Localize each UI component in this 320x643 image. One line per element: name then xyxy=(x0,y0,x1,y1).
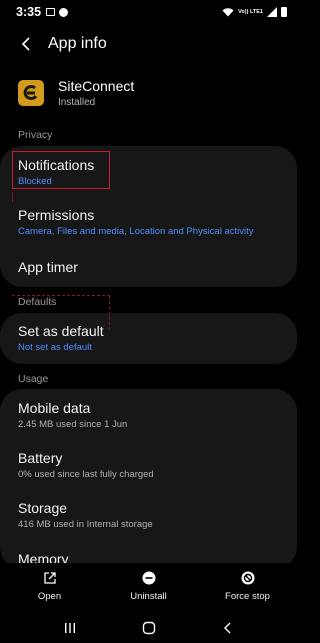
battery-icon xyxy=(281,7,287,17)
storage-row[interactable]: Storage 416 MB used in Internal storage xyxy=(0,500,297,530)
messenger-notification-icon xyxy=(59,7,69,17)
home-icon[interactable] xyxy=(142,621,156,635)
recents-icon[interactable] xyxy=(63,621,77,635)
app-summary: SiteConnect Installed xyxy=(18,78,134,108)
app-name: SiteConnect xyxy=(58,78,135,94)
nav-back-icon[interactable] xyxy=(221,621,235,635)
permissions-title: Permissions xyxy=(18,207,95,223)
app-install-status: Installed xyxy=(58,97,96,108)
section-usage: Usage xyxy=(18,373,49,385)
mobile-data-row[interactable]: Mobile data 2.45 MB used since 1 Jun xyxy=(0,400,297,430)
signal-icon xyxy=(267,7,277,17)
page-title: App info xyxy=(48,35,107,52)
wifi-icon xyxy=(222,8,234,17)
open-button[interactable]: Open xyxy=(0,563,99,613)
battery-row[interactable]: Battery 0% used since last fully charged xyxy=(0,450,297,480)
set-as-default-status: Not set as default xyxy=(18,342,92,353)
gallery-notification-icon xyxy=(46,8,56,16)
force-stop-button[interactable]: Force stop xyxy=(198,563,297,613)
storage-title: Storage xyxy=(18,500,68,516)
open-icon xyxy=(43,572,56,584)
battery-title: Battery xyxy=(18,450,63,466)
force-stop-icon xyxy=(241,571,254,585)
highlight-guide-line xyxy=(12,192,13,202)
app-timer-row[interactable]: App timer xyxy=(0,259,297,275)
force-stop-label: Force stop xyxy=(225,591,270,602)
back-arrow-icon[interactable] xyxy=(10,28,42,60)
mobile-data-usage: 2.45 MB used since 1 Jun xyxy=(18,419,128,430)
app-bar: App info xyxy=(0,28,297,60)
battery-usage: 0% used since last fully charged xyxy=(18,469,154,480)
permissions-row[interactable]: Permissions Camera, Files and media, Loc… xyxy=(0,207,297,237)
permissions-list: Camera, Files and media, Location and Ph… xyxy=(18,226,254,237)
status-bar: 3:35 Vo)) LTE1 xyxy=(0,0,297,24)
app-logo-icon xyxy=(18,80,44,106)
status-time: 3:35 xyxy=(16,5,42,19)
mobile-data-title: Mobile data xyxy=(18,400,91,416)
highlight-guide-line xyxy=(12,295,110,296)
storage-usage: 416 MB used in Internal storage xyxy=(18,519,153,530)
uninstall-icon xyxy=(142,571,155,585)
highlight-box xyxy=(12,151,110,189)
bottom-action-bar: Open Uninstall Force stop xyxy=(0,563,297,613)
app-timer-title: App timer xyxy=(18,259,78,275)
network-type: Vo)) LTE1 xyxy=(238,8,263,15)
open-label: Open xyxy=(37,591,62,602)
uninstall-button[interactable]: Uninstall xyxy=(99,563,198,613)
uninstall-label: Uninstall xyxy=(130,591,167,602)
section-defaults: Defaults xyxy=(18,296,57,308)
highlight-guide-line xyxy=(109,296,110,330)
system-nav-bar xyxy=(0,613,297,643)
set-as-default-row[interactable]: Set as default Not set as default xyxy=(0,323,297,353)
set-as-default-title: Set as default xyxy=(18,323,104,339)
section-privacy: Privacy xyxy=(18,129,53,141)
